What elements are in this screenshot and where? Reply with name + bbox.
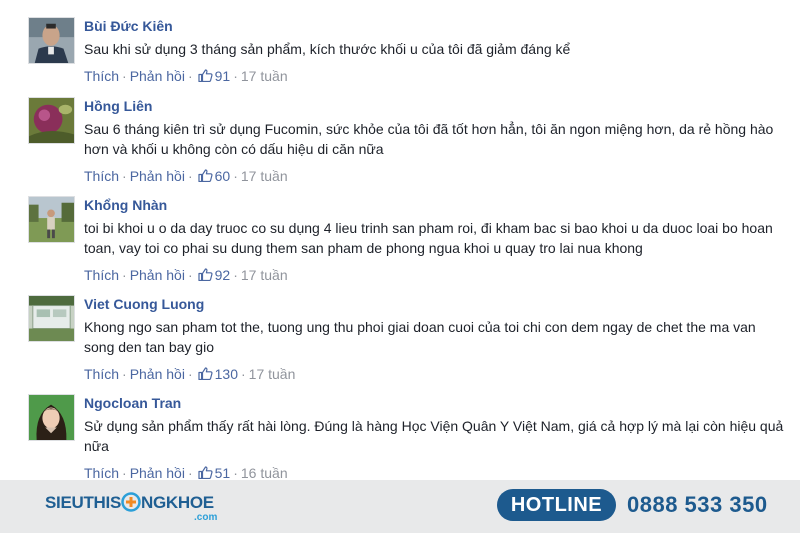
avatar[interactable] <box>28 295 75 342</box>
separator-dot: · <box>233 68 238 84</box>
comment-text: toi bi khoi u o da day truoc co su dụng … <box>84 220 773 256</box>
like-link[interactable]: Thích <box>84 366 119 382</box>
like-link[interactable]: Thích <box>84 465 119 481</box>
comment-time[interactable]: 17 tuần <box>249 366 296 382</box>
avatar[interactable] <box>28 394 75 441</box>
avatar-photo <box>29 296 74 341</box>
reply-link[interactable]: Phản hồi <box>130 465 185 481</box>
thumbs-up-icon <box>198 367 213 380</box>
hotline-badge[interactable]: HOTLINE <box>497 489 616 521</box>
avatar-photo <box>29 197 74 242</box>
separator-dot: · <box>122 168 127 184</box>
thumbs-up-icon <box>198 69 213 82</box>
footer-banner: SIEUTHIS NGKHOE .com HOTLINE 0888 533 350 <box>0 480 800 533</box>
separator-dot: · <box>233 168 238 184</box>
separator-dot: · <box>187 366 193 382</box>
comment-time[interactable]: 17 tuần <box>241 168 288 184</box>
comment-time[interactable]: 16 tuần <box>241 465 288 481</box>
separator-dot: · <box>187 465 193 481</box>
like-link[interactable]: Thích <box>84 68 119 84</box>
plus-circle-logo-icon <box>121 492 141 512</box>
comment-author[interactable]: Bùi Đức Kiên <box>84 17 784 35</box>
site-logo[interactable]: SIEUTHIS NGKHOE <box>45 492 214 513</box>
reply-link[interactable]: Phản hồi <box>130 267 185 283</box>
comment-author[interactable]: Khổng Nhàn <box>84 196 784 214</box>
separator-dot: · <box>187 267 193 283</box>
comment-item: Hồng Liên Sau 6 tháng kiên trì sử dụng F… <box>0 97 800 195</box>
comment-author[interactable]: Viet Cuong Luong <box>84 295 784 313</box>
avatar-photo <box>29 98 74 143</box>
separator-dot: · <box>187 68 193 84</box>
like-count[interactable]: 60 <box>215 168 231 184</box>
comment-text: Sau khi sử dụng 3 tháng sản phẩm, kích t… <box>84 41 571 57</box>
comment-actions: Thích · Phản hồi · 60 · 17 tuần <box>84 167 784 185</box>
thumbs-up-icon <box>198 268 213 281</box>
like-count[interactable]: 92 <box>215 267 231 283</box>
avatar-photo <box>29 395 74 440</box>
avatar[interactable] <box>28 196 75 243</box>
logo-domain: .com <box>194 512 218 523</box>
comment-actions: Thích · Phản hồi · 92 · 17 tuần <box>84 266 784 284</box>
comment-actions: Thích · Phản hồi · 91 · 17 tuần <box>84 67 784 85</box>
like-link[interactable]: Thích <box>84 168 119 184</box>
thumbs-up-icon <box>198 466 213 479</box>
like-link[interactable]: Thích <box>84 267 119 283</box>
reply-link[interactable]: Phản hồi <box>130 168 185 184</box>
like-count[interactable]: 51 <box>215 465 231 481</box>
comment-item: Khổng Nhàn toi bi khoi u o da day truoc … <box>0 196 800 294</box>
hotline-phone[interactable]: 0888 533 350 <box>627 491 768 519</box>
separator-dot: · <box>122 366 127 382</box>
comment-item: Viet Cuong Luong Khong ngo san pham tot … <box>0 295 800 393</box>
avatar[interactable] <box>28 97 75 144</box>
reply-link[interactable]: Phản hồi <box>130 366 185 382</box>
thumbs-up-icon <box>198 169 213 182</box>
separator-dot: · <box>241 366 246 382</box>
logo-text-right: NGKHOE <box>141 493 214 512</box>
separator-dot: · <box>233 465 238 481</box>
comment-author[interactable]: Hồng Liên <box>84 97 784 115</box>
reply-link[interactable]: Phản hồi <box>130 68 185 84</box>
like-count[interactable]: 91 <box>215 68 231 84</box>
separator-dot: · <box>122 465 127 481</box>
comment-time[interactable]: 17 tuần <box>241 267 288 283</box>
separator-dot: · <box>122 68 127 84</box>
comment-author[interactable]: Ngocloan Tran <box>84 394 784 412</box>
comment-text: Khong ngo san pham tot the, tuong ung th… <box>84 319 756 355</box>
comment-item: Ngocloan Tran Sử dụng sản phẩm thấy rất … <box>0 394 800 492</box>
comment-time[interactable]: 17 tuần <box>241 68 288 84</box>
comment-text: Sau 6 tháng kiên trì sử dụng Fucomin, sứ… <box>84 121 774 157</box>
logo-text-left: SIEUTHIS <box>45 493 122 512</box>
comment-actions: Thích · Phản hồi · 130 · 17 tuần <box>84 365 784 383</box>
comment-text: Sử dụng sản phẩm thấy rất hài lòng. Đúng… <box>84 418 784 454</box>
separator-dot: · <box>187 168 193 184</box>
like-count[interactable]: 130 <box>215 366 238 382</box>
separator-dot: · <box>233 267 238 283</box>
avatar[interactable] <box>28 17 75 64</box>
separator-dot: · <box>122 267 127 283</box>
avatar-photo <box>29 18 74 63</box>
